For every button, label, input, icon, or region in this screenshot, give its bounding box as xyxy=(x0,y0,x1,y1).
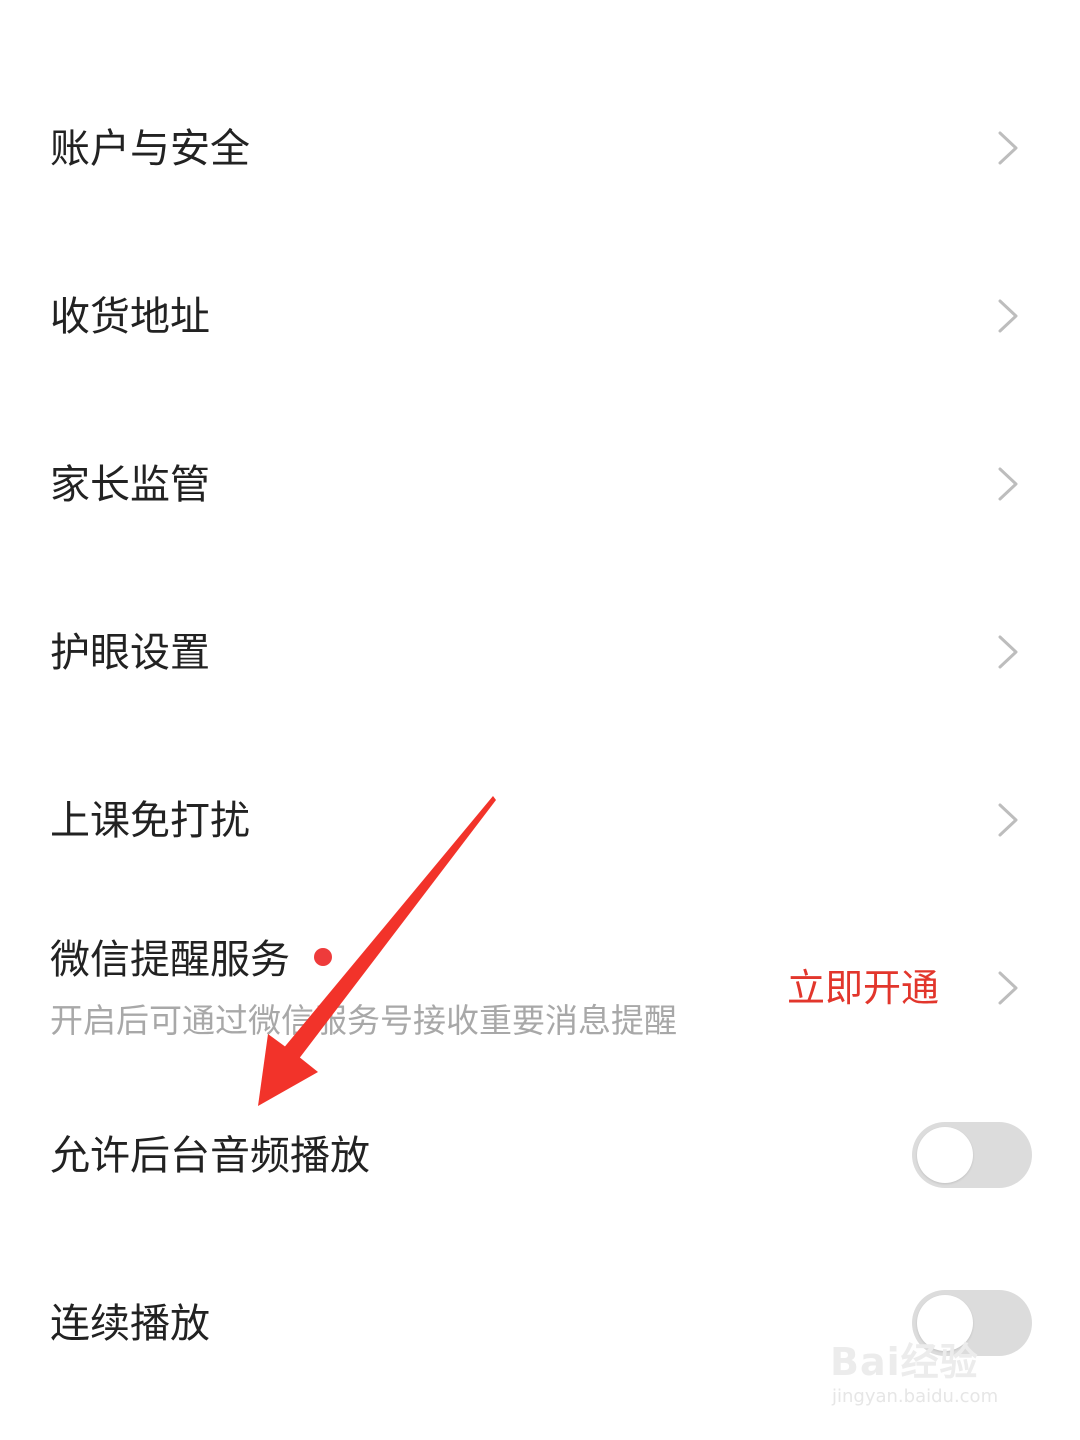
settings-item-eye-care[interactable]: 护眼设置 xyxy=(0,604,1080,714)
chevron-right-icon xyxy=(998,467,1018,501)
settings-item-label: 家长监管 xyxy=(50,462,210,508)
activate-now-link[interactable]: 立即开通 xyxy=(787,965,939,1011)
settings-item-label: 上课免打扰 xyxy=(50,798,250,844)
chevron-right-icon xyxy=(998,131,1018,165)
chevron-right-icon xyxy=(998,803,1018,837)
background-audio-toggle[interactable] xyxy=(912,1122,1032,1188)
settings-item-label: 收货地址 xyxy=(50,294,210,340)
toggle-knob xyxy=(917,1127,973,1183)
settings-item-description: 开启后可通过微信服务号接收重要消息提醒 xyxy=(50,1001,677,1040)
chevron-right-icon xyxy=(998,299,1018,333)
watermark: Bai经验 jingyan.baidu.com xyxy=(830,1340,1030,1420)
settings-screen: 账户与安全 收货地址 家长监管 护眼设置 上课免打扰 微信提醒服务 开启后可通过… xyxy=(0,0,1080,1440)
settings-item-label: 微信提醒服务 xyxy=(50,937,290,983)
annotation-arrow xyxy=(258,796,496,1106)
chevron-right-icon xyxy=(998,635,1018,669)
settings-item-shipping-address[interactable]: 收货地址 xyxy=(0,268,1080,378)
settings-item-label: 护眼设置 xyxy=(50,630,210,676)
settings-item-parental-control[interactable]: 家长监管 xyxy=(0,436,1080,546)
watermark-url: jingyan.baidu.com xyxy=(832,1386,999,1407)
settings-item-label: 账户与安全 xyxy=(50,126,250,172)
settings-item-class-do-not-disturb[interactable]: 上课免打扰 xyxy=(0,772,1080,882)
chevron-right-icon xyxy=(998,971,1018,1005)
red-dot-icon xyxy=(314,948,332,966)
watermark-logo: Bai经验 xyxy=(830,1340,979,1384)
settings-item-label: 连续播放 xyxy=(50,1301,210,1347)
settings-item-label: 允许后台音频播放 xyxy=(50,1133,370,1179)
settings-item-account-security[interactable]: 账户与安全 xyxy=(0,100,1080,210)
